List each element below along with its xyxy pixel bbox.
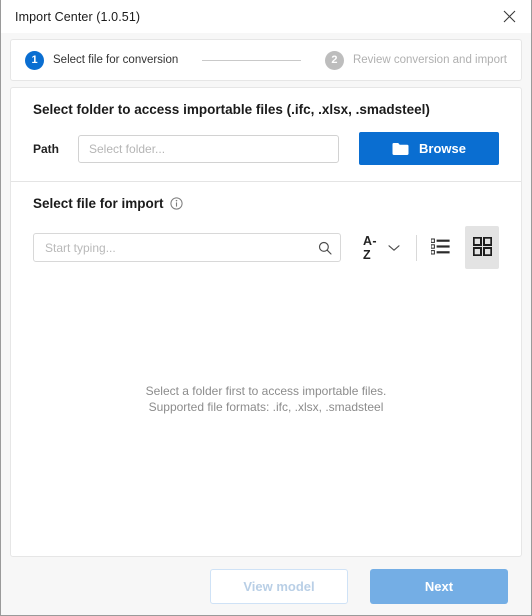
grid-view-icon — [472, 236, 492, 259]
file-section-header: Select file for import Start typing... A… — [11, 182, 521, 275]
step-1[interactable]: 1 Select file for conversion — [25, 50, 179, 70]
file-section-title-text: Select file for import — [33, 196, 164, 211]
view-model-button[interactable]: View model — [210, 568, 348, 604]
folder-section-title: Select folder to access importable files… — [33, 102, 430, 117]
folder-section: Select folder to access importable files… — [11, 88, 521, 181]
file-list-area: Select a folder first to access importab… — [11, 275, 521, 556]
window-title: Import Center (1.0.51) — [15, 9, 141, 24]
folder-icon — [392, 142, 409, 156]
dialog-footer: View model Next — [10, 557, 522, 615]
search-icon[interactable] — [318, 241, 332, 255]
sort-dropdown-label: A-Z — [363, 233, 377, 262]
wizard-stepper: 1 Select file for conversion 2 Review co… — [10, 39, 522, 81]
step-2-number: 2 — [324, 50, 344, 70]
empty-state-message: Select a folder first to access importab… — [146, 383, 387, 415]
browse-button[interactable]: Browse — [359, 132, 499, 165]
file-toolbar: A-Z — [33, 226, 499, 269]
sort-dropdown[interactable]: A-Z — [363, 234, 400, 262]
grid-view-button[interactable] — [465, 226, 499, 269]
list-view-button[interactable] — [429, 232, 453, 263]
step-2-label: Review conversion and import — [352, 54, 507, 66]
file-section-title: Select file for import — [33, 196, 499, 211]
main-card: Select folder to access importable files… — [10, 87, 522, 557]
empty-state-line-1: Select a folder first to access importab… — [145, 383, 387, 398]
step-connector — [202, 59, 301, 61]
step-1-number: 1 — [25, 50, 44, 70]
path-label: Path — [33, 141, 60, 156]
next-button[interactable]: Next — [370, 568, 508, 604]
search-input[interactable] — [33, 233, 341, 262]
step-2[interactable]: 2 Review conversion and import — [324, 50, 507, 70]
close-icon — [503, 10, 516, 23]
empty-state-line-2: Supported file formats: .ifc, .xlsx, .sm… — [148, 399, 384, 414]
chevron-down-icon — [388, 244, 400, 252]
title-bar: Import Center (1.0.51) — [1, 0, 531, 33]
import-center-window: Import Center (1.0.51) 1 Select file for… — [0, 0, 532, 616]
info-icon[interactable] — [169, 197, 183, 210]
path-input[interactable] — [78, 134, 339, 163]
search-field-wrapper — [33, 233, 341, 262]
browse-button-label: Browse — [419, 141, 466, 156]
toolbar-separator — [415, 234, 417, 261]
step-1-label: Select file for conversion — [53, 54, 179, 66]
close-button[interactable] — [487, 1, 531, 33]
path-row: Path Browse — [33, 132, 499, 165]
dialog-body: 1 Select file for conversion 2 Review co… — [1, 33, 531, 615]
list-view-icon — [430, 238, 450, 258]
